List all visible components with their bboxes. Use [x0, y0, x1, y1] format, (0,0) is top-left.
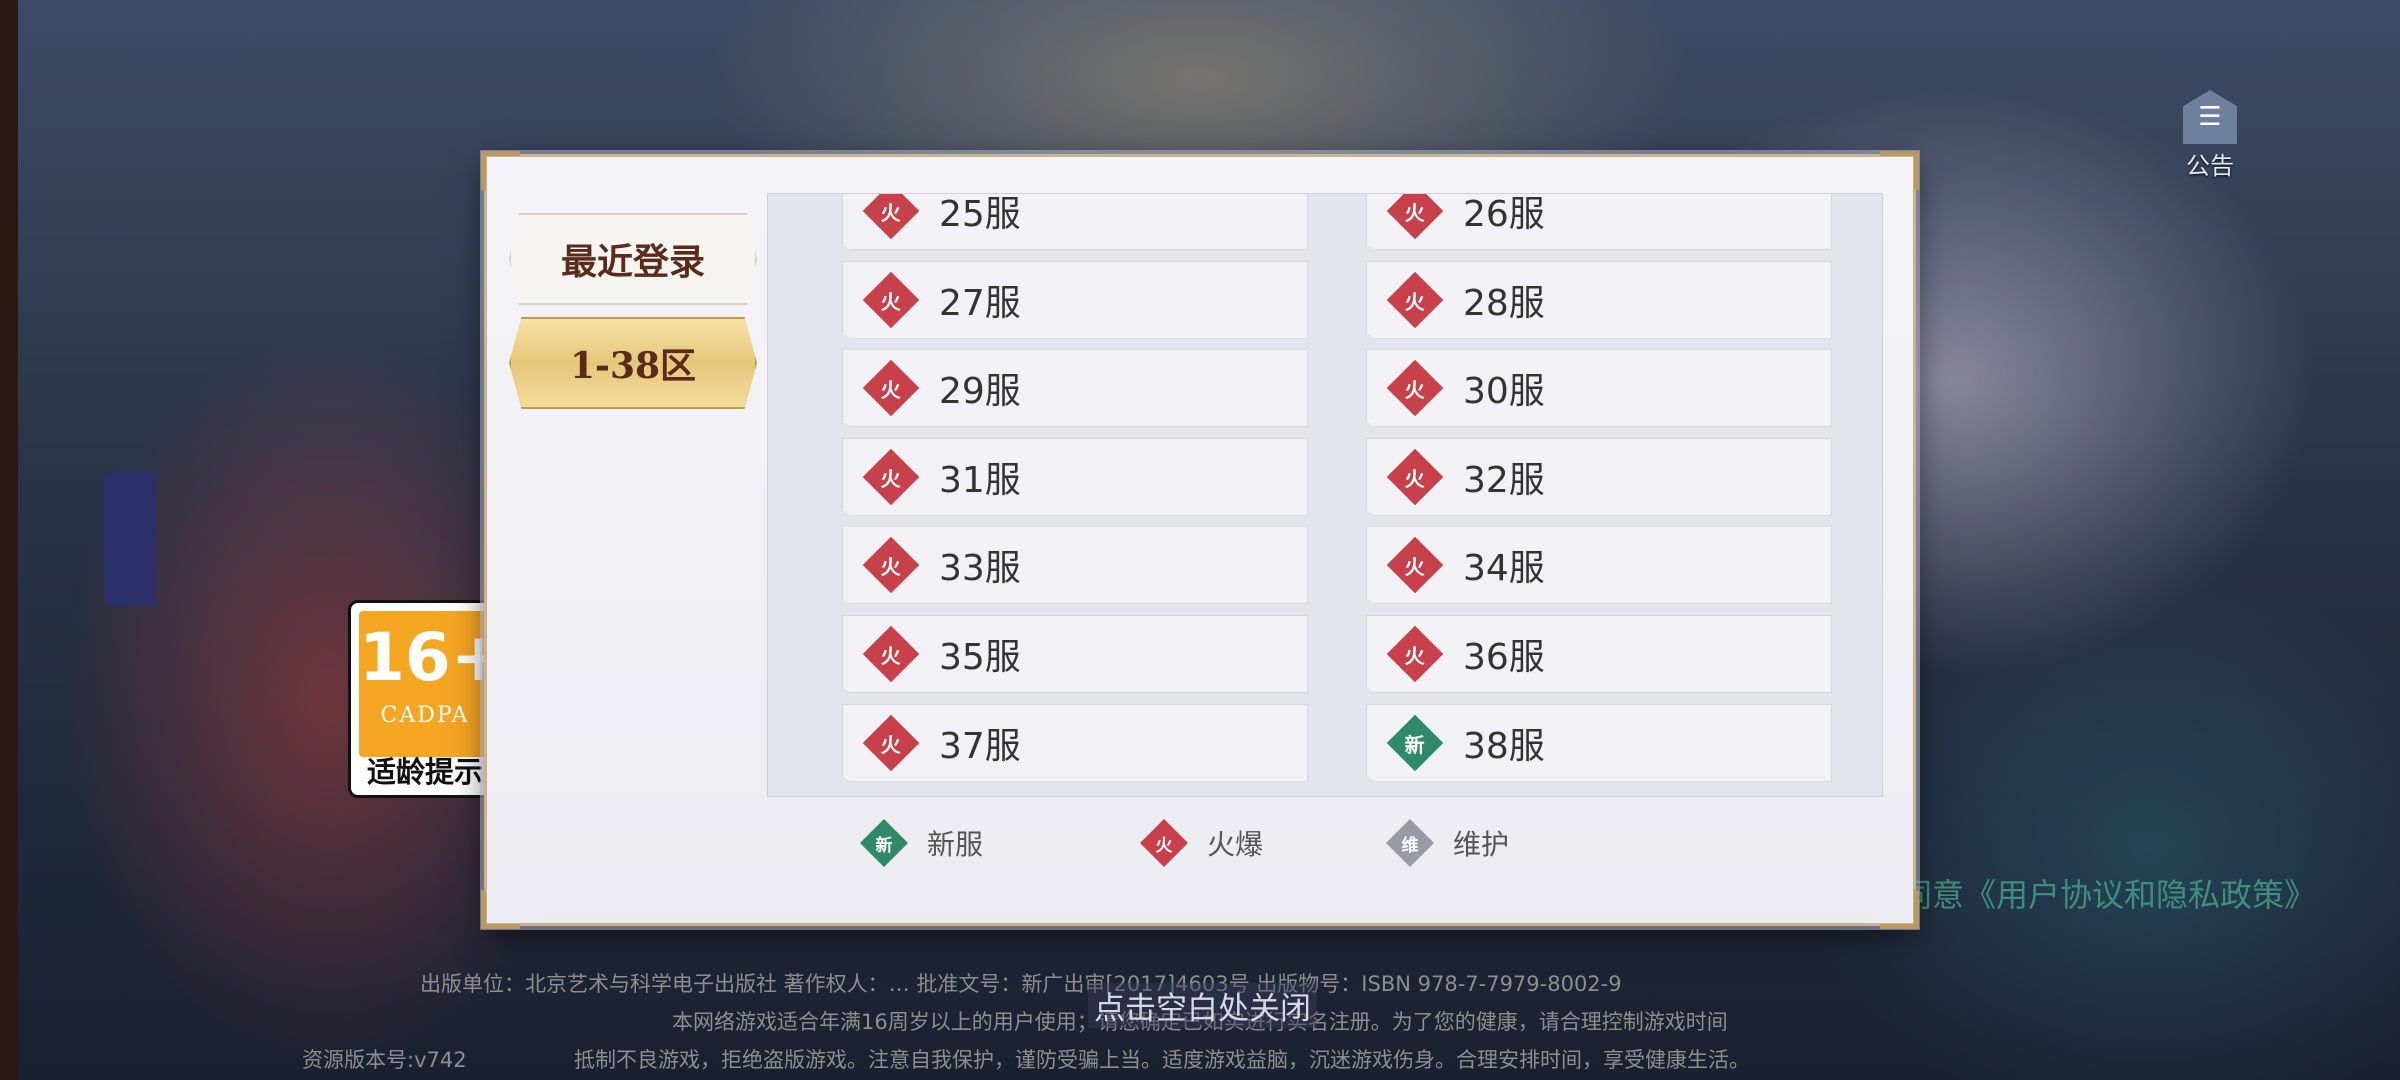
resource-version: 资源版本号:v742	[302, 1048, 467, 1072]
age-rating-number: 16+	[359, 619, 507, 696]
server-name: 37服	[939, 725, 1021, 767]
new-server-icon: 新	[859, 818, 909, 868]
server-badge: 火	[881, 732, 901, 757]
corner-ornament	[1880, 890, 1919, 929]
server-badge: 火	[881, 377, 901, 402]
side-float-tab[interactable]	[104, 472, 156, 606]
server-name: 28服	[1463, 282, 1545, 324]
server-badge: 火	[1405, 554, 1425, 579]
server-badge: 火	[1405, 377, 1425, 402]
server-name: 25服	[939, 194, 1021, 235]
hot-server-icon: 火	[862, 194, 920, 240]
health-notice: 抵制不良游戏，拒绝盗版游戏。注意自我保护，谨防受骗上当。适度游戏益脑，沉迷游戏伤…	[574, 1048, 1750, 1072]
server-item[interactable]: 火 28服	[1366, 260, 1832, 339]
server-badge: 火	[881, 554, 901, 579]
notice-icon: ☰	[2183, 90, 2237, 144]
legend-badge: 新	[875, 835, 893, 856]
server-item[interactable]: 火 26服	[1366, 194, 1832, 250]
maintenance-icon: 维	[1385, 818, 1435, 868]
legend-badge: 维	[1401, 835, 1419, 856]
server-name: 34服	[1463, 548, 1545, 590]
hot-server-icon: 火	[862, 625, 920, 683]
hot-server-icon: 火	[1386, 448, 1444, 506]
server-item[interactable]: 火 36服	[1366, 615, 1832, 693]
server-item[interactable]: 火 34服	[1366, 526, 1832, 605]
server-name: 29服	[939, 371, 1021, 413]
server-badge: 火	[1405, 200, 1425, 225]
server-name: 36服	[1463, 637, 1545, 678]
server-badge: 火	[1405, 643, 1425, 668]
server-name: 26服	[1463, 194, 1545, 235]
server-name: 32服	[1463, 459, 1545, 501]
new-server-icon: 新	[1386, 714, 1444, 771]
server-name: 35服	[939, 637, 1021, 678]
age-rating-tip: 适龄提示	[366, 755, 483, 789]
legend-hot: 火 火爆	[1139, 818, 1264, 868]
server-name: 33服	[939, 548, 1021, 590]
server-name: 27服	[939, 282, 1021, 324]
age-rating-org: CADPA	[380, 703, 470, 728]
server-item[interactable]: 火 31服	[842, 437, 1308, 516]
server-item[interactable]: 火 33服	[842, 526, 1308, 605]
hot-server-icon: 火	[862, 448, 920, 506]
legend-label: 火爆	[1207, 828, 1264, 861]
age-rating-box: 16+ CADPA	[359, 611, 507, 757]
server-item[interactable]: 火 32服	[1366, 437, 1832, 516]
server-badge: 火	[881, 643, 901, 668]
server-item[interactable]: 火 25服	[842, 194, 1308, 250]
hot-server-icon: 火	[862, 714, 920, 771]
legend-label: 新服	[927, 828, 984, 861]
server-name: 38服	[1463, 725, 1545, 767]
server-name: 31服	[939, 459, 1021, 501]
server-badge: 火	[881, 289, 901, 314]
server-badge: 火	[881, 200, 901, 225]
hot-server-icon: 火	[1386, 359, 1444, 417]
server-item[interactable]: 火 27服	[842, 260, 1308, 339]
hot-server-icon: 火	[862, 537, 920, 594]
server-list[interactable]: 火 25服火 26服火 27服火 28服火 29服火 30服火 31服火 32服火 33服火 34服…	[767, 193, 1883, 797]
agreement-link[interactable]: 同意《用户协议和隐私政策》	[1900, 870, 2316, 916]
hot-server-icon: 火	[1386, 537, 1444, 594]
hot-server-icon: 火	[862, 359, 920, 417]
close-hint: 点击空白处关闭	[1088, 983, 1317, 1028]
server-item[interactable]: 火 35服	[842, 615, 1308, 693]
server-select-dialog: 最近登录 1-38区 火 25服火 26服火 27服火 28服火 29服火 30服火 31服火…	[481, 151, 1919, 929]
publisher-info: 出版单位：北京艺术与科学电子出版社 著作权人：… 批准文号：新广出审[2017]…	[420, 972, 1622, 996]
hot-server-icon: 火	[1386, 625, 1444, 683]
corner-ornament	[481, 890, 520, 929]
server-item[interactable]: 新 38服	[1366, 703, 1832, 782]
server-item[interactable]: 火 30服	[1366, 349, 1832, 428]
legend-new: 新 新服	[859, 818, 984, 868]
hot-server-icon: 火	[1386, 271, 1444, 328]
legend-badge: 火	[1155, 835, 1173, 856]
server-badge: 新	[1405, 732, 1425, 757]
hot-server-icon: 火	[1139, 818, 1189, 868]
server-name: 30服	[1463, 371, 1545, 413]
server-badge: 火	[1405, 466, 1425, 491]
corner-ornament	[1880, 151, 1919, 190]
left-frame-edge	[0, 0, 18, 1080]
notice-label: 公告	[2186, 152, 2234, 180]
server-badge: 火	[881, 466, 901, 491]
server-item[interactable]: 火 29服	[842, 349, 1308, 428]
hot-server-icon: 火	[1386, 194, 1444, 240]
notice-button[interactable]: ☰ 公告	[2170, 90, 2250, 180]
legend-maintenance: 维 维护	[1385, 818, 1510, 868]
corner-ornament	[481, 151, 520, 190]
server-badge: 火	[1405, 289, 1425, 314]
hot-server-icon: 火	[862, 271, 920, 328]
age-rating-badge: 16+ CADPA 适龄提示	[348, 600, 507, 798]
legend-label: 维护	[1453, 828, 1510, 861]
tab-recent-login[interactable]: 最近登录	[509, 213, 757, 305]
server-item[interactable]: 火 37服	[842, 703, 1308, 782]
tab-zone-1-38[interactable]: 1-38区	[509, 317, 757, 409]
